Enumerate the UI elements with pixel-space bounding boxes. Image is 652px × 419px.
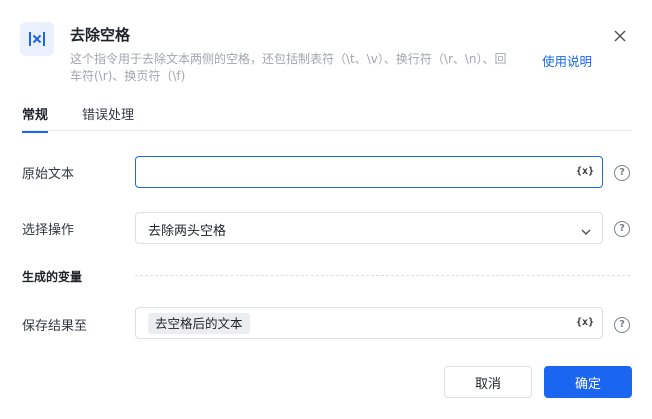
confirm-button[interactable]: 确定 xyxy=(544,366,632,398)
variable-tag[interactable]: 去空格后的文本 xyxy=(148,313,250,334)
tab-error-handling[interactable]: 错误处理 xyxy=(82,104,134,123)
tab-general[interactable]: 常规 xyxy=(22,104,49,133)
variable-icon[interactable]: {x} xyxy=(576,316,594,330)
close-icon[interactable] xyxy=(610,26,630,46)
variable-icon[interactable]: {x} xyxy=(576,165,594,179)
help-link[interactable]: 使用说明 xyxy=(542,51,592,70)
cancel-button[interactable]: 取消 xyxy=(444,366,532,398)
tab-bar: 常规 错误处理 xyxy=(22,104,632,133)
divider xyxy=(135,275,630,276)
dialog-title: 去除空格 xyxy=(70,26,131,44)
question-icon[interactable]: ? xyxy=(614,165,630,181)
section-title: 生成的变量 xyxy=(22,270,83,284)
question-icon[interactable]: ? xyxy=(614,317,630,333)
clear-space-icon xyxy=(20,22,54,56)
chevron-down-icon[interactable] xyxy=(580,223,592,242)
question-icon[interactable]: ? xyxy=(614,221,630,237)
source-text-input[interactable] xyxy=(146,163,566,181)
source-text-label: 原始文本 xyxy=(22,167,75,182)
save-to-field[interactable]: 去空格后的文本 {x} xyxy=(135,307,603,339)
operation-value: 去除两头空格 xyxy=(148,224,227,239)
source-text-field[interactable]: {x} xyxy=(135,156,603,188)
operation-select[interactable]: 去除两头空格 xyxy=(135,212,603,244)
dialog-description: 这个指令用于去除文本两侧的空格，还包括制表符（\t、\v）、换行符（\r、\n）… xyxy=(70,52,507,83)
save-to-label: 保存结果至 xyxy=(22,319,88,334)
operation-label: 选择操作 xyxy=(22,223,75,238)
